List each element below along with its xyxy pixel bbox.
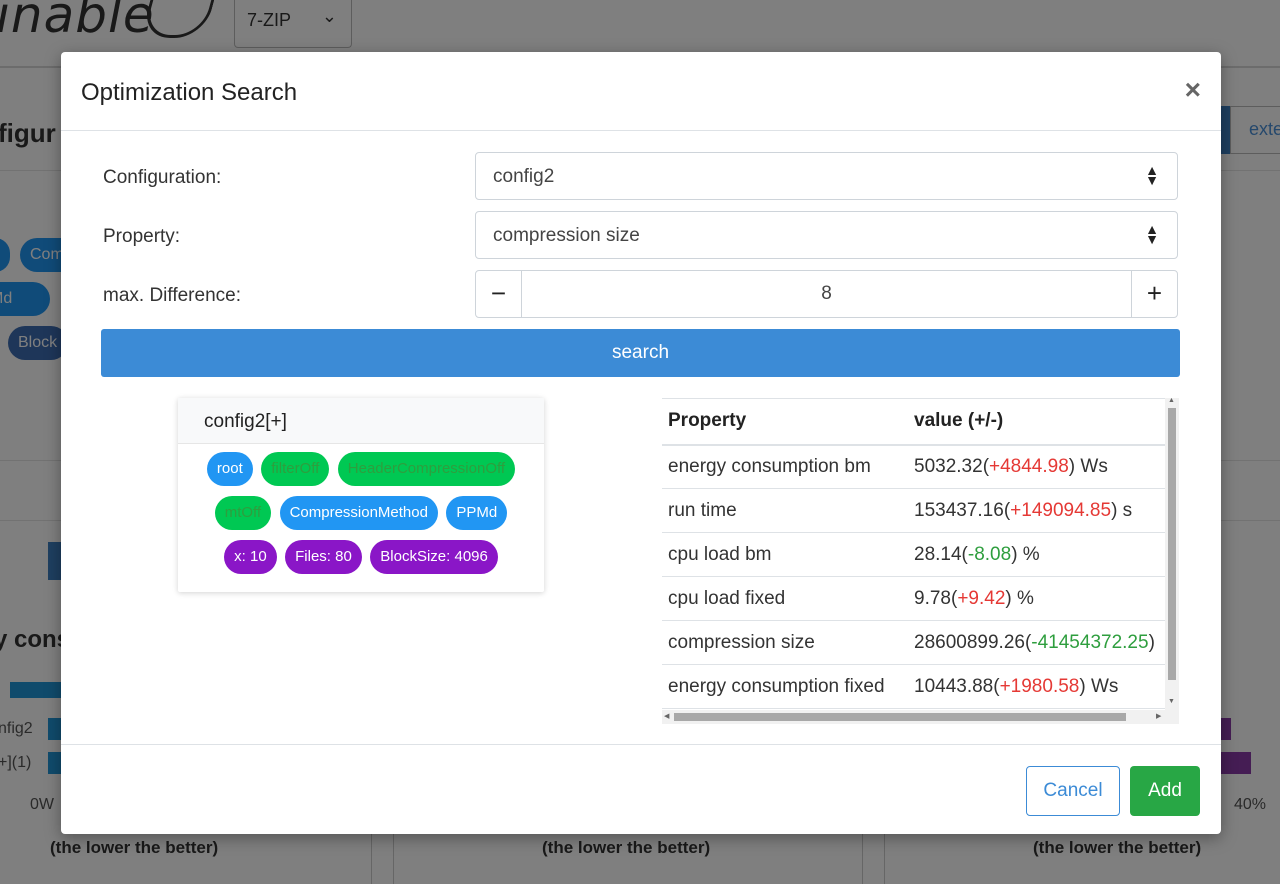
property-cell: cpu load bm (662, 532, 908, 577)
unit-text: % (1017, 543, 1040, 565)
value-cell: 5032.32(+4844.98) Ws (908, 444, 1165, 489)
max-difference-stepper: − 8 + (475, 270, 1178, 318)
chip-row: x: 10 Files: 80 BlockSize: 4096 (188, 540, 534, 584)
property-label: Property: (103, 226, 181, 247)
scroll-down-icon[interactable]: ▼ (1168, 698, 1175, 705)
feature-chip: BlockSize: 4096 (370, 540, 498, 574)
results-table: Property value (+/-) energy consumption … (662, 398, 1165, 709)
delta-text: +149094.85 (1010, 499, 1112, 521)
configuration-label: Configuration: (103, 167, 222, 188)
scrollbar-thumb[interactable] (674, 713, 1126, 721)
unit-text: Ws (1085, 675, 1119, 697)
scroll-right-icon[interactable]: ▶ (1156, 712, 1161, 720)
feature-chip: filterOff (261, 452, 330, 486)
delta-text: -41454372.25 (1031, 631, 1149, 653)
chip-row: mtOff CompressionMethod PPMd (188, 496, 534, 540)
value-text: 28.14 (914, 543, 962, 565)
decrement-button[interactable]: − (476, 271, 522, 317)
optimization-search-modal: Optimization Search × Configuration: con… (61, 52, 1221, 834)
value-text: 28600899.26 (914, 631, 1025, 653)
delta-text: -8.08 (967, 543, 1012, 565)
scrollbar-thumb[interactable] (1168, 408, 1176, 680)
feature-chip: PPMd (446, 496, 508, 530)
configuration-select-value: config2 (493, 166, 555, 187)
add-button[interactable]: Add (1130, 766, 1200, 816)
config-card-title[interactable]: config2[+] (178, 398, 544, 444)
chip-row: root filterOff HeaderCompressionOff (188, 452, 534, 496)
config-card: config2[+] root filterOff HeaderCompress… (178, 398, 544, 592)
feature-chip: x: 10 (224, 540, 277, 574)
delta-text: +1980.58 (999, 675, 1080, 697)
property-select-value: compression size (493, 225, 640, 246)
modal-header: Optimization Search × (61, 52, 1221, 131)
feature-chip: Files: 80 (285, 540, 362, 574)
max-difference-input[interactable]: 8 (522, 283, 1131, 305)
value-cell: 28.14(-8.08) % (908, 532, 1165, 577)
cancel-button[interactable]: Cancel (1026, 766, 1120, 816)
table-row: energy consumption bm 5032.32(+4844.98) W… (662, 444, 1165, 489)
increment-button[interactable]: + (1131, 271, 1177, 317)
sort-caret-icon: ▲ ▼ (1145, 162, 1159, 188)
property-select[interactable]: compression size ▲ ▼ (475, 211, 1178, 259)
scroll-up-icon[interactable]: ▲ (1168, 398, 1175, 404)
property-cell: cpu load fixed (662, 576, 908, 621)
modal-title: Optimization Search (81, 79, 298, 106)
modal-footer: Cancel Add (61, 744, 1221, 834)
results-table-container: Property value (+/-) energy consumption … (662, 398, 1179, 724)
property-cell: compression size (662, 620, 908, 665)
scroll-left-icon[interactable]: ◀ (664, 712, 669, 720)
feature-chip: HeaderCompressionOff (337, 452, 516, 486)
delta-text: +9.42 (957, 587, 1006, 609)
value-cell: 153437.16(+149094.85) s (908, 488, 1165, 533)
feature-chips: root filterOff HeaderCompressionOff mtOf… (178, 444, 544, 584)
value-text: 5032.32 (914, 455, 983, 477)
property-cell: energy consumption bm (662, 444, 908, 489)
value-text: 10443.88 (914, 675, 994, 697)
value-cell: 9.78(+9.42) % (908, 576, 1165, 621)
table-row: run time 153437.16(+149094.85) s (662, 488, 1165, 533)
delta-text: +4844.98 (989, 455, 1069, 477)
property-cell: run time (662, 488, 908, 533)
max-difference-label: max. Difference: (103, 285, 241, 306)
feature-chip: mtOff (214, 496, 272, 530)
value-text: 153437.16 (914, 499, 1004, 521)
search-button[interactable]: search (101, 329, 1180, 377)
close-icon[interactable]: × (1185, 76, 1201, 104)
unit-text: Ws (1075, 455, 1108, 477)
value-cell: 10443.88(+1980.58) Ws (908, 664, 1165, 709)
column-header-value: value (+/-) (908, 398, 1165, 446)
unit-text: % (1011, 587, 1034, 609)
feature-chip: CompressionMethod (279, 496, 438, 530)
value-text: 9.78 (914, 587, 951, 609)
value-cell: 28600899.26(-41454372.25) (908, 620, 1165, 665)
feature-chip: root (206, 452, 253, 486)
table-row: cpu load fixed 9.78(+9.42) % (662, 576, 1165, 621)
table-header-row: Property value (+/-) (662, 398, 1165, 446)
column-header-property: Property (662, 398, 908, 446)
configuration-select[interactable]: config2 ▲ ▼ (475, 152, 1178, 200)
property-cell: energy consumption fixed (662, 664, 908, 709)
table-row: energy consumption fixed 10443.88(+1980.5… (662, 664, 1165, 709)
vertical-scrollbar[interactable]: ▲ ▼ (1165, 398, 1179, 710)
table-row: cpu load bm 28.14(-8.08) % (662, 532, 1165, 577)
sort-caret-icon: ▲ ▼ (1145, 221, 1159, 247)
horizontal-scrollbar[interactable]: ◀ ▶ (662, 710, 1179, 724)
table-row: compression size 28600899.26(-41454372.25… (662, 620, 1165, 665)
unit-text: s (1117, 499, 1133, 521)
